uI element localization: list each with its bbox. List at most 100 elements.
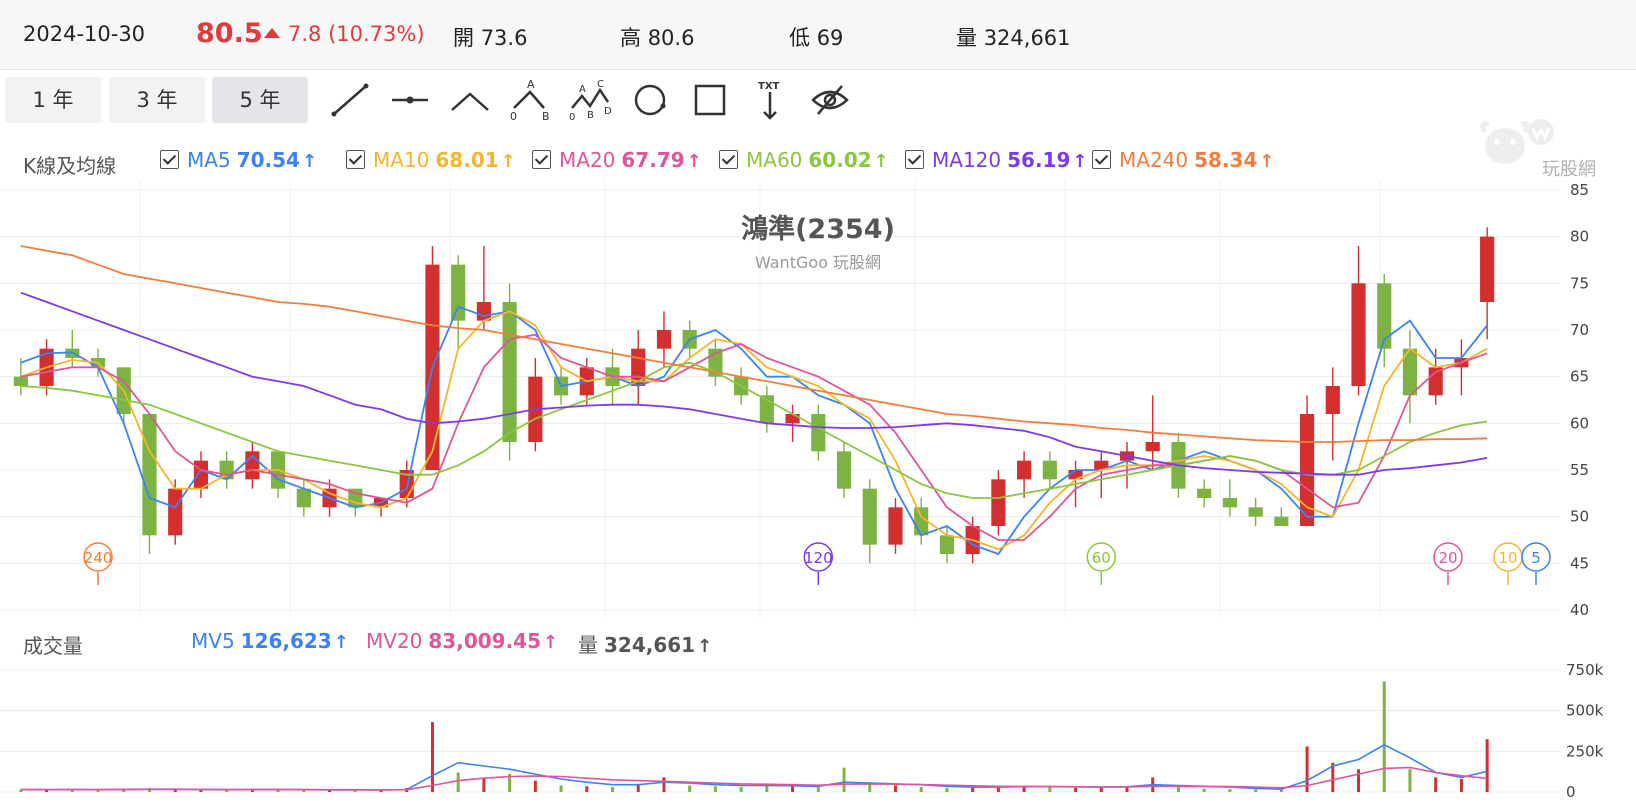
hide-drawings-icon[interactable] <box>808 78 852 122</box>
marker-label: 120 <box>804 549 833 567</box>
up-arrow-icon: ↑ <box>873 151 889 172</box>
marker-label: 10 <box>1498 549 1517 567</box>
checkbox-icon[interactable] <box>160 150 179 169</box>
checkbox-icon[interactable] <box>905 150 924 169</box>
checkbox-icon[interactable] <box>1092 150 1111 169</box>
volume-bar <box>96 790 100 792</box>
candle-body <box>1274 516 1289 526</box>
ma-toggle-ma20[interactable]: MA20 67.79 ↑ <box>532 148 702 172</box>
candlestick <box>528 358 543 452</box>
candlestick <box>476 246 491 330</box>
ma10-name: MA10 <box>373 148 430 172</box>
volume-bar <box>662 777 666 792</box>
volume-bar <box>1074 787 1078 792</box>
text-tool-icon[interactable]: TXT <box>748 78 792 122</box>
ma-toggle-ma120[interactable]: MA120 56.19 ↑ <box>905 148 1087 172</box>
ma-line-ma10 <box>20 310 1488 551</box>
candlestick <box>451 255 466 349</box>
ma5-value: 70.54 <box>236 148 300 172</box>
quote-low: 低 69 <box>789 22 843 52</box>
checkbox-icon[interactable] <box>719 150 738 169</box>
chart-title: 鴻準(2354) <box>741 213 895 245</box>
text-tool-label: TXT <box>758 81 780 92</box>
candlestick <box>1454 339 1469 396</box>
mv20-value: 83,009.45 <box>428 629 541 653</box>
ma10-value: 68.01 <box>435 148 499 172</box>
y-tick-label: 60 <box>1570 414 1589 432</box>
mv5-name: MV5 <box>191 629 235 653</box>
y-tick-label: 500k <box>1566 702 1604 720</box>
candle-body <box>13 376 28 386</box>
ma60-name: MA60 <box>746 148 803 172</box>
candle-body <box>888 507 903 545</box>
candle-body <box>811 414 826 452</box>
range-1y-button[interactable]: 1 年 <box>5 77 101 123</box>
candle-body <box>1145 442 1160 452</box>
price-chart[interactable]: 85 80 75 70 65 60 55 50 45 40 鴻準(2354) WantGoo 玩股網 2… <box>0 180 1636 620</box>
angle-tool-icon[interactable] <box>448 78 492 122</box>
candlestick <box>116 367 131 424</box>
abcd-label-a: A <box>579 84 586 95</box>
volume-bar <box>971 787 975 792</box>
ma5-name: MA5 <box>187 148 231 172</box>
line-tool-icon[interactable] <box>328 78 372 122</box>
ma-toggle-ma5[interactable]: MA5 70.54 ↑ <box>160 148 317 172</box>
high-label: 高 <box>620 26 641 50</box>
candlestick <box>1042 451 1057 489</box>
volume-legend: 成交量 MV5 126,623 ↑ MV20 83,009.45 ↑ 量 324,661 ↑ <box>0 624 1636 660</box>
abcd-label-c: C <box>597 79 604 90</box>
y-tick-label: 85 <box>1570 181 1589 199</box>
ma-marker-20: 20 <box>1433 542 1463 585</box>
candle-body <box>1042 460 1057 480</box>
horizontal-line-tool-icon[interactable] <box>388 78 432 122</box>
candle-body <box>785 414 800 424</box>
y-tick-label: 75 <box>1570 274 1589 292</box>
mv5-item: MV5 126,623 ↑ <box>191 629 349 653</box>
up-arrow-icon: ↑ <box>697 636 713 657</box>
candlestick <box>1325 367 1340 461</box>
abcd-wave-tool-icon[interactable]: A B C D 0 <box>568 78 612 123</box>
y-tick-label: 45 <box>1570 554 1589 572</box>
checkbox-icon[interactable] <box>532 150 551 169</box>
checkbox-icon[interactable] <box>346 150 365 169</box>
y-tick-label: 55 <box>1570 461 1589 479</box>
volume-chart[interactable]: 750k 500k 250k 0 <box>0 660 1636 802</box>
candle-body <box>1017 460 1032 480</box>
candle-body <box>1351 283 1366 386</box>
ma-line-ma240 <box>20 245 1488 443</box>
candle-body <box>502 302 517 442</box>
y-tick-label: 40 <box>1570 601 1589 619</box>
circle-tool-icon[interactable] <box>628 78 672 122</box>
ma20-name: MA20 <box>559 148 616 172</box>
candlestick <box>1197 479 1212 508</box>
candle-body <box>296 488 311 508</box>
candlestick <box>836 442 852 498</box>
volume-item-value: 324,661 <box>604 633 696 657</box>
volume-bar <box>713 786 717 792</box>
candlestick <box>1017 451 1032 498</box>
abcd-label-0: 0 <box>569 112 575 122</box>
volume-bar <box>559 785 563 792</box>
open-value: 73.6 <box>480 26 528 50</box>
volume-bar <box>1485 739 1489 792</box>
ma-toggle-ma60[interactable]: MA60 60.02 ↑ <box>719 148 889 172</box>
ma-toggle-ma10[interactable]: MA10 68.01 ↑ <box>346 148 516 172</box>
abc-wave-tool-icon[interactable]: A B 0 <box>508 78 552 123</box>
rectangle-tool-icon[interactable] <box>688 78 732 122</box>
up-arrow-icon: ↑ <box>686 151 702 172</box>
range-3y-button[interactable]: 3 年 <box>109 77 205 123</box>
marker-label: 60 <box>1092 549 1111 567</box>
low-value: 69 <box>816 26 844 50</box>
volume-bar <box>1254 789 1258 792</box>
y-tick-label: 80 <box>1570 228 1589 246</box>
y-tick-label: 70 <box>1570 321 1589 339</box>
candle-body <box>836 451 852 489</box>
ma-toggle-ma240[interactable]: MA240 58.34 ↑ <box>1092 148 1274 172</box>
abc-label-b: B <box>542 110 550 122</box>
volume-bar <box>1459 778 1463 792</box>
abc-label-0: 0 <box>510 110 517 122</box>
candlestick <box>811 404 826 461</box>
range-5y-button[interactable]: 5 年 <box>212 77 308 123</box>
volume-bar <box>945 787 949 792</box>
toolbar: 1 年 3 年 5 年 A B 0 A B C D 0 TXT <box>0 70 1636 130</box>
